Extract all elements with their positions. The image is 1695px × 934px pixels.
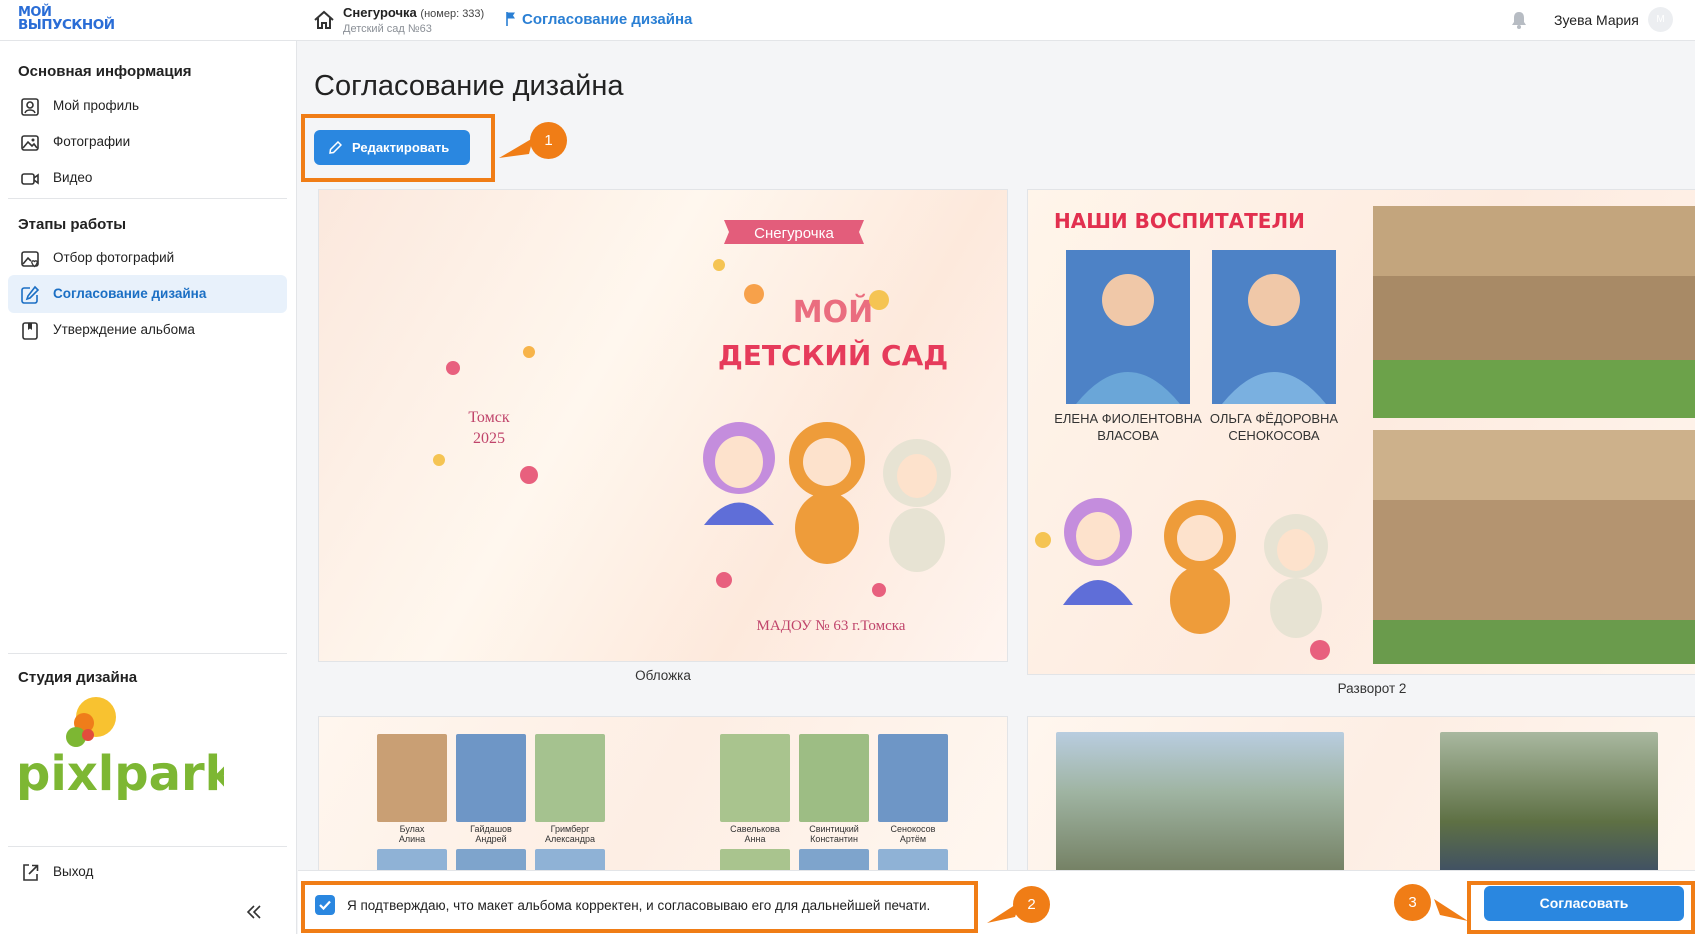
student-photo [799,734,869,822]
album-card-spread-3[interactable]: Булах Алина Гайдашов Андрей Гримберг Алекса… [318,716,1008,876]
album-card-spread-4[interactable] [1027,716,1695,876]
sidebar-item-label: Видео [53,170,93,185]
highlight-box-confirm [301,881,978,933]
photo-icon [21,135,39,151]
sidebar: Основная информация Мой профиль Фотограф… [0,41,297,934]
home-icon[interactable] [313,9,335,31]
sidebar-item-label: Отбор фотографий [53,250,175,265]
sidebar-item-photo-selection[interactable]: Отбор фотографий [8,239,287,277]
callout-badge-1: 1 [530,122,567,159]
cover-title-2: ДЕТСКИЙ САД [718,338,948,372]
sidebar-item-label: Мой профиль [53,98,140,113]
sidebar-item-design-approval[interactable]: Согласование дизайна [8,275,287,313]
student-photo [535,734,605,822]
student-name: Свинтицкий Константин [809,824,859,844]
logout-icon [23,864,39,881]
section-title-design-studio: Студия дизайна [18,669,138,686]
logo-line2: ВЫПУСКНОЙ [18,17,115,33]
project-subtitle: Детский сад №63 [343,23,432,35]
pixlpark-logo[interactable]: pixlpark [14,695,224,805]
top-header: МОЙ ВЫПУСКНОЙ Снегурочка (номер: 333) Де… [0,0,1695,41]
project-title: Снегурочка [343,5,417,20]
cover-illustration: Снегурочка МОЙ ДЕТСКИЙ САД Томск 2025 МА… [433,220,951,634]
cover-banner-text: Снегурочка [754,225,834,242]
cover-year: 2025 [473,430,505,447]
edit-icon [21,285,40,304]
teacher1-line2: ВЛАСОВА [1097,428,1159,443]
photo-select-icon [21,251,39,268]
bookmark-icon [22,322,38,340]
card-caption: Обложка [635,668,691,683]
breadcrumb-current[interactable]: Согласование дизайна [522,11,692,28]
collapse-sidebar-icon[interactable] [245,904,263,920]
sidebar-item-label: Утверждение альбома [53,322,195,337]
student-photo [878,734,948,822]
teacher2-line2: СЕНОКОСОВА [1228,428,1320,443]
exit-label: Выход [53,864,94,879]
exit-button[interactable]: Выход [8,855,287,891]
sidebar-item-album-approval[interactable]: Утверждение альбома [8,311,287,349]
student-name: Гайдашов Андрей [470,824,512,844]
student-photo [456,734,526,822]
callout-badge-3: 3 [1394,884,1431,921]
highlight-box-approve [1467,881,1695,934]
profile-icon [21,98,39,116]
video-icon [21,173,39,185]
section-title-main-info: Основная информация [18,63,192,80]
group-photo [1056,732,1344,875]
spread-2-illustration: НАШИ ВОСПИТАТЕЛИ ЕЛЕНА ФИОЛЕНТОВНА ВЛАСО… [1035,206,1695,664]
group-photo [1440,732,1658,875]
sidebar-divider [8,846,287,847]
bell-icon[interactable] [1510,10,1528,30]
highlight-box-edit [301,114,495,182]
project-name[interactable]: Снегурочка (номер: 333) [343,5,484,20]
student-photo [377,734,447,822]
cover-city: Томск [468,409,509,426]
sidebar-item-label: Фотографии [53,134,131,149]
section-title-work-stages: Этапы работы [18,216,127,233]
teacher2-line1: ОЛЬГА ФЁДОРОВНА [1210,411,1339,426]
cover-school: МАДОУ № 63 г.Томска [757,618,906,634]
student-name: Савелькова Анна [730,824,780,844]
sidebar-divider [8,653,287,654]
user-name[interactable]: Зуева Мария [1554,12,1639,28]
avatar[interactable]: М [1648,7,1673,32]
project-number: (номер: 333) [420,8,485,20]
student-name: Сенокосов Артём [890,824,936,844]
sidebar-item-label: Согласование дизайна [53,286,207,301]
student-photo [720,734,790,822]
flag-icon [506,12,515,26]
student-name: Булах Алина [398,824,426,844]
student-name: Гримберг Александра [544,824,596,844]
cover-title-1: МОЙ [793,294,873,330]
card-caption: Разворот 2 [1337,681,1407,696]
album-card-cover[interactable]: Снегурочка МОЙ ДЕТСКИЙ САД Томск 2025 МА… [318,189,1008,662]
page-title: Согласование дизайна [314,70,624,102]
teacher1-line1: ЕЛЕНА ФИОЛЕНТОВНА [1054,411,1202,426]
callout-pointer [1434,899,1468,921]
callout-badge-2: 2 [1013,886,1050,923]
sidebar-item-video[interactable]: Видео [8,159,287,197]
spread2-heading: НАШИ ВОСПИТАТЕЛИ [1054,209,1305,233]
sidebar-item-profile[interactable]: Мой профиль [8,87,287,125]
app-logo[interactable]: МОЙ ВЫПУСКНОЙ [18,6,128,36]
sidebar-item-photos[interactable]: Фотографии [8,123,287,161]
pixlpark-wordmark: pixlpark [16,746,224,802]
sidebar-divider [8,198,287,199]
album-card-spread-2[interactable]: НАШИ ВОСПИТАТЕЛИ ЕЛЕНА ФИОЛЕНТОВНА ВЛАСО… [1027,189,1695,675]
